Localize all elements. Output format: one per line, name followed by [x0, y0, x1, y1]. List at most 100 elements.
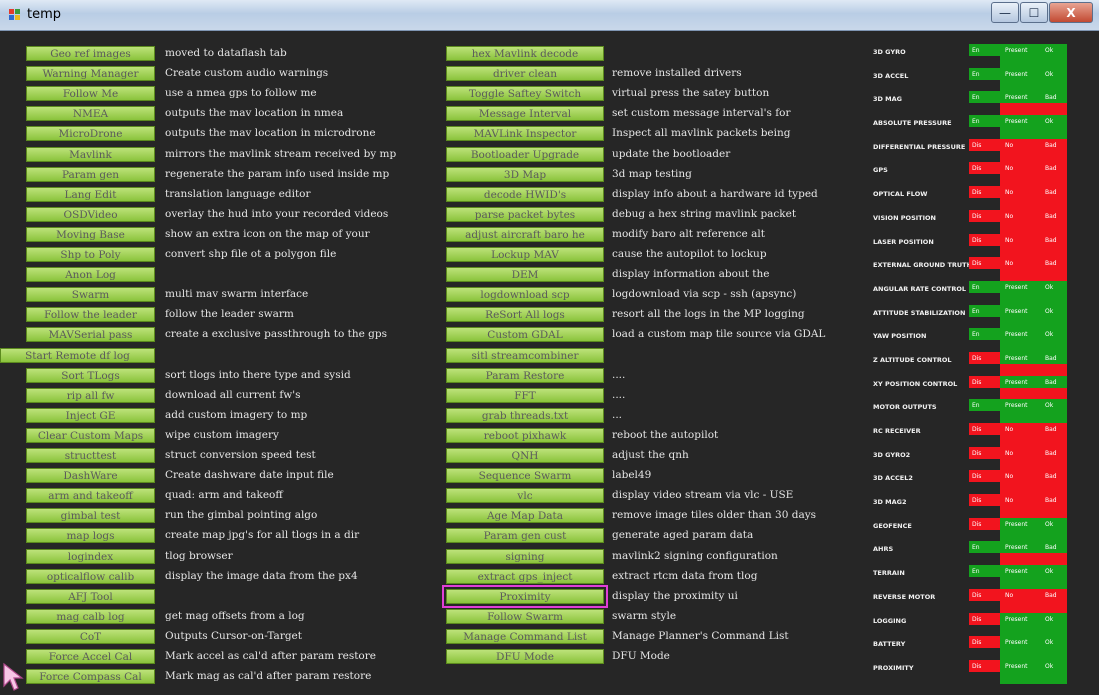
lockup-mav-button[interactable]: Lockup MAV	[446, 247, 604, 262]
adjust-aircraft-baro-he-button[interactable]: adjust aircraft baro he	[446, 226, 604, 242]
proximity-button[interactable]: Proximity	[442, 584, 608, 608]
3d-map-button[interactable]: 3D Map	[446, 166, 604, 182]
lockup-mav-description: cause the autopilot to lockup	[612, 248, 767, 260]
close-button[interactable]: X	[1049, 2, 1093, 23]
param-restore-button[interactable]: Param Restore	[446, 367, 604, 383]
moving-base-button[interactable]: Moving Base	[26, 226, 155, 242]
enabled-text: En	[972, 307, 980, 315]
present-text: Present	[1005, 70, 1028, 78]
logindex-button[interactable]: logindex	[26, 548, 155, 564]
microdrone-button[interactable]: MicroDrone	[26, 126, 155, 142]
parse-packet-bytes-button[interactable]: parse packet bytes	[446, 206, 604, 222]
grab-threads-txt-button[interactable]: grab threads.txt	[446, 407, 604, 423]
warning-manager-button[interactable]: Warning Manager	[26, 66, 155, 82]
mavlink-inspector-button[interactable]: MAVLink Inspector	[446, 126, 604, 142]
present-text: Present	[1005, 47, 1028, 54]
follow-swarm-button[interactable]: Follow Swarm	[446, 608, 604, 624]
manage-command-list-button[interactable]: Manage Command List	[446, 628, 604, 644]
toggle-saftey-switch-button[interactable]: Toggle Saftey Switch	[446, 86, 604, 102]
sensor-name: LASER POSITION	[873, 237, 934, 246]
cot-button[interactable]: CoT	[26, 628, 155, 644]
param-gen-cust-button[interactable]: Param gen cust	[446, 528, 604, 544]
resort-all-logs-description: resort all the logs in the MP logging	[612, 308, 805, 321]
follow-the-leader-button[interactable]: Follow the leader	[26, 307, 155, 323]
nmea-button[interactable]: NMEA	[26, 106, 155, 122]
opticalflow-calib-description: display the image data from the px4	[165, 569, 358, 582]
enabled-text: Dis	[972, 189, 982, 197]
message-interval-button[interactable]: Message Interval	[446, 106, 604, 122]
present-text: No	[1005, 141, 1014, 149]
enabled-text: En	[972, 544, 980, 552]
sequence-swarm-button[interactable]: Sequence Swarm	[446, 468, 604, 484]
lang-edit-button[interactable]: Lang Edit	[26, 186, 155, 202]
vlc-button[interactable]: vlc	[446, 488, 604, 504]
qnh-button[interactable]: QNH	[446, 448, 604, 463]
bootloader-upgrade-button[interactable]: Bootloader Upgrade	[446, 146, 604, 162]
extract-gps-inject-button[interactable]: extract gps_inject	[446, 568, 604, 584]
mag-calb-log-button[interactable]: mag calb log	[26, 608, 155, 624]
enabled-text: Dis	[972, 141, 982, 149]
map-logs-button[interactable]: map logs	[26, 528, 155, 544]
present-text: Present	[1005, 118, 1028, 126]
maximize-button[interactable]: ☐	[1020, 2, 1048, 23]
fft-description: ....	[612, 388, 626, 401]
sensor-status-panel: 3D GYRO En Present Ok 3D ACCEL En Present Ok 3D …	[866, 44, 1069, 684]
osdvideo-button[interactable]: OSDVideo	[26, 206, 155, 222]
present-text: Present	[1005, 94, 1028, 102]
minimize-button[interactable]: —	[991, 2, 1019, 23]
opticalflow-calib-button[interactable]: opticalflow calib	[26, 568, 155, 584]
geo-ref-images-button[interactable]: Geo ref images	[26, 46, 155, 61]
present-text: No	[1005, 260, 1014, 268]
custom-gdal-button[interactable]: Custom GDAL	[446, 327, 604, 343]
present-text: No	[1005, 473, 1014, 481]
sensor-status: Dis No Bad	[969, 423, 1067, 447]
health-cell	[1000, 340, 1067, 353]
present-cell: Present	[1000, 304, 1067, 317]
logdownload-scp-button[interactable]: logdownload scp	[446, 287, 604, 303]
health-text: Ok	[1045, 47, 1054, 54]
driver-clean-button[interactable]: driver clean	[446, 66, 604, 82]
structtest-button[interactable]: structtest	[26, 448, 155, 463]
enabled-text: Dis	[972, 212, 982, 220]
health-cell	[1000, 600, 1067, 613]
rip-all-fw-button[interactable]: rip all fw	[26, 387, 155, 403]
arm-and-takeoff-button[interactable]: arm and takeoff	[26, 488, 155, 504]
health-cell	[1000, 482, 1067, 495]
anon-log-button[interactable]: Anon Log	[26, 267, 155, 283]
enabled-cell: Dis	[969, 186, 1000, 199]
inject-ge-button[interactable]: Inject GE	[26, 407, 155, 423]
decode-hwid-s-button[interactable]: decode HWID's	[446, 186, 604, 202]
present-cell: Present	[1000, 328, 1067, 341]
enabled-cell: En	[969, 44, 1000, 56]
mavlink-button[interactable]: Mavlink	[26, 146, 155, 162]
gimbal-test-button[interactable]: gimbal test	[26, 508, 155, 524]
health-text: Bad	[1045, 212, 1057, 220]
enabled-cell: Dis	[969, 257, 1000, 270]
swarm-button[interactable]: Swarm	[26, 287, 155, 303]
dashware-button[interactable]: DashWare	[26, 468, 155, 484]
dem-button[interactable]: DEM	[446, 267, 604, 283]
force-compass-cal-button[interactable]: Force Compass Cal	[26, 669, 155, 685]
age-map-data-button[interactable]: Age Map Data	[446, 508, 604, 524]
reboot-pixhawk-button[interactable]: reboot pixhawk	[446, 427, 604, 443]
fft-button[interactable]: FFT	[446, 387, 604, 403]
health-text: Ok	[1045, 615, 1054, 623]
hex-mavlink-decode-button[interactable]: hex Mavlink decode	[446, 46, 604, 61]
sensor-status: Dis No Bad	[969, 162, 1067, 187]
resort-all-logs-button[interactable]: ReSort All logs	[446, 307, 604, 323]
shp-to-poly-button[interactable]: Shp to Poly	[26, 247, 155, 262]
mavserial-pass-button[interactable]: MAVSerial pass	[26, 327, 155, 343]
force-accel-cal-button[interactable]: Force Accel Cal	[26, 649, 155, 664]
sort-tlogs-button[interactable]: Sort TLogs	[26, 367, 155, 383]
signing-button[interactable]: signing	[446, 548, 604, 564]
present-text: Present	[1005, 283, 1028, 291]
sitl-streamcombiner-button[interactable]: sitl streamcombiner	[446, 347, 604, 363]
dfu-mode-button[interactable]: DFU Mode	[446, 649, 604, 664]
param-gen-button[interactable]: Param gen	[26, 166, 155, 182]
enabled-text: Dis	[972, 473, 982, 481]
clear-custom-maps-button[interactable]: Clear Custom Maps	[26, 427, 155, 443]
afj-tool-button[interactable]: AFJ Tool	[26, 588, 155, 604]
start-remote-df-log-button[interactable]: Start Remote df log	[0, 347, 155, 363]
follow-me-button[interactable]: Follow Me	[26, 86, 155, 102]
health-text: Bad	[1045, 591, 1057, 599]
